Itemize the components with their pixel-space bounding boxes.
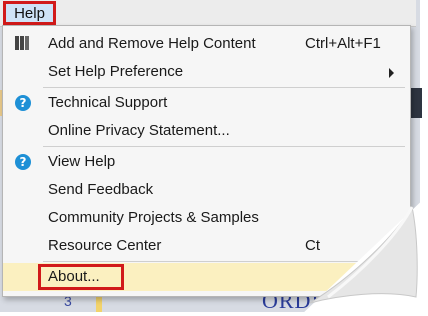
menu-item-label: Resource Center xyxy=(48,237,162,254)
menu-item-label: Online Privacy Statement... xyxy=(48,122,230,139)
page-curl-decoration xyxy=(300,195,428,316)
menu-item-label: Set Help Preference xyxy=(48,63,184,80)
help-circle-icon: ? xyxy=(15,154,31,170)
menu-item-online-privacy-statement[interactable]: Online Privacy Statement... xyxy=(3,117,408,145)
menu-separator xyxy=(43,146,405,147)
books-icon xyxy=(15,36,33,50)
menu-item-label: Community Projects & Samples xyxy=(48,209,259,226)
menu-item-add-remove-help-content[interactable]: Add and Remove Help Content Ctrl+Alt+F1 xyxy=(3,30,408,58)
chevron-right-icon xyxy=(389,68,394,78)
menu-item-label: View Help xyxy=(48,153,116,170)
help-menu[interactable]: Help xyxy=(3,1,56,25)
menu-item-view-help[interactable]: ? View Help xyxy=(3,148,408,176)
menu-item-label: Add and Remove Help Content xyxy=(48,35,256,52)
help-circle-icon: ? xyxy=(15,95,31,111)
menu-item-label: Technical Support xyxy=(48,94,168,111)
menu-bar: Help xyxy=(0,0,416,27)
menu-item-shortcut: Ctrl+Alt+F1 xyxy=(305,35,381,52)
menu-item-set-help-preference[interactable]: Set Help Preference xyxy=(3,58,408,86)
menu-separator xyxy=(43,87,405,88)
menu-item-technical-support[interactable]: ? Technical Support xyxy=(3,89,408,117)
menu-item-label: Send Feedback xyxy=(48,181,154,198)
menu-item-label: About... xyxy=(48,268,100,285)
